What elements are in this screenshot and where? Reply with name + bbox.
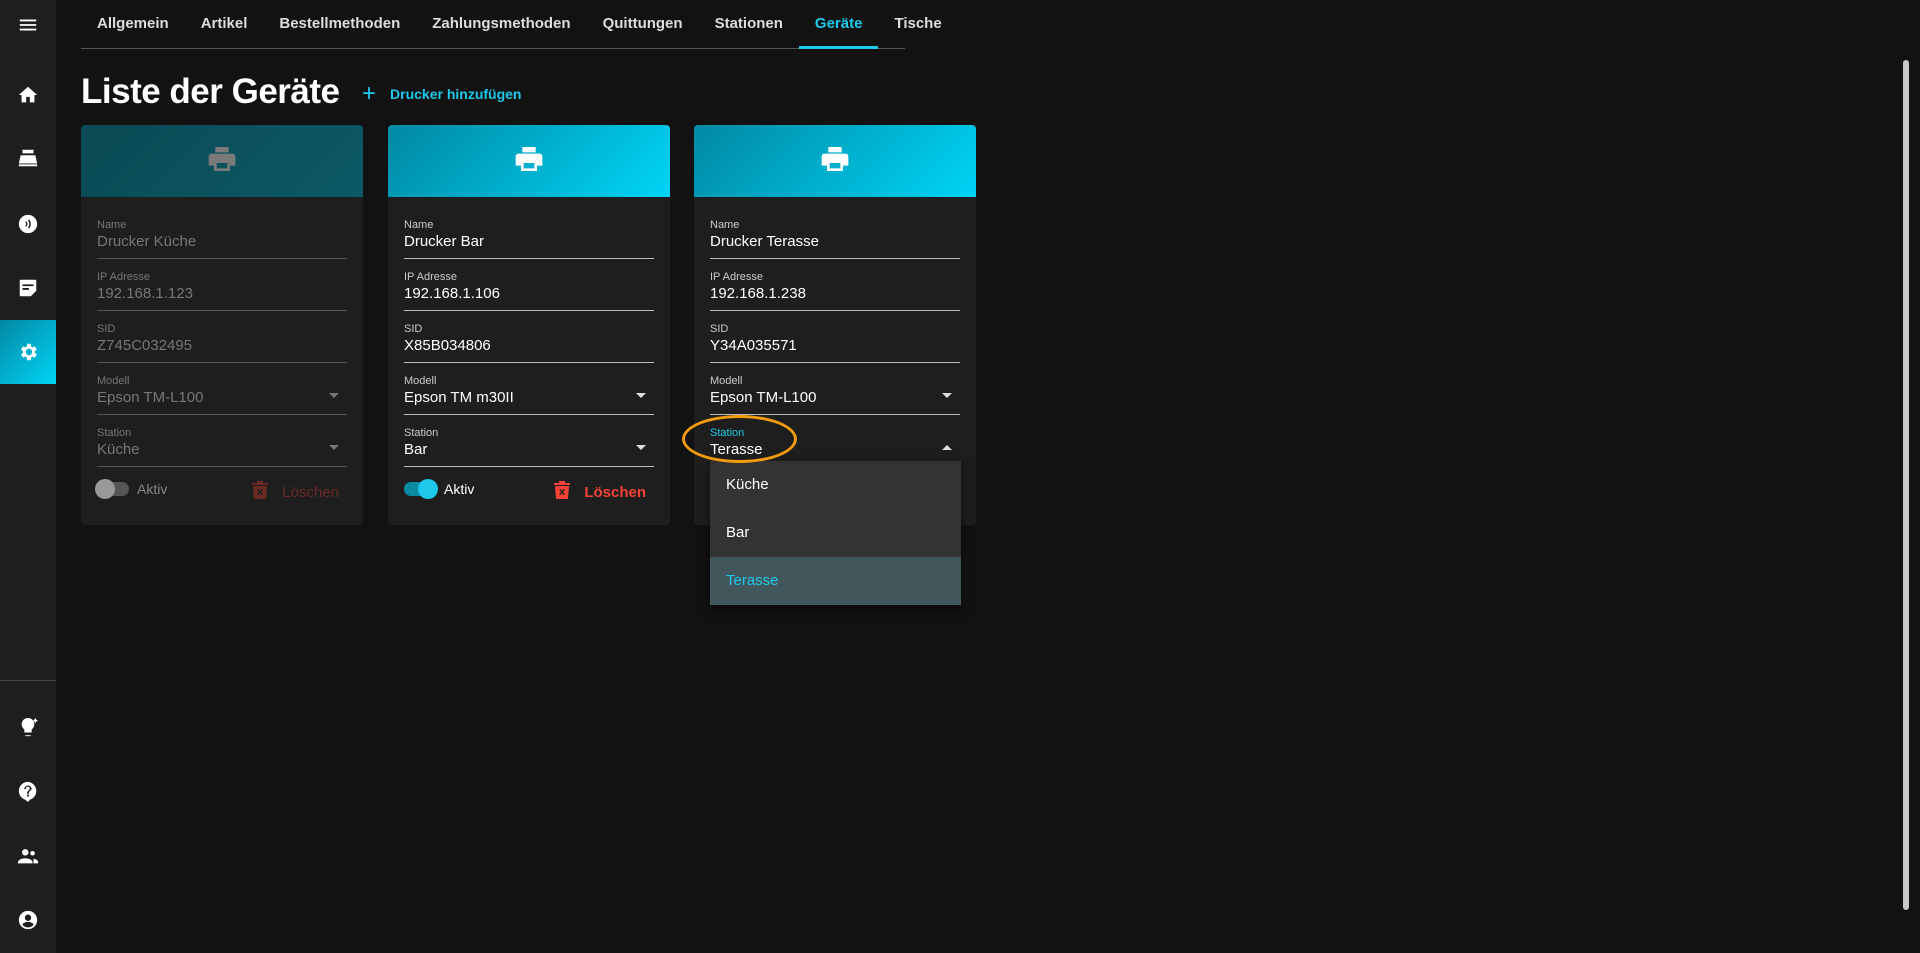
station-value: Bar: [404, 441, 428, 458]
model-value: Epson TM m30II: [404, 389, 514, 406]
printer-icon: [513, 143, 545, 180]
sidebar-divider: [0, 680, 56, 681]
contactless-icon[interactable]: [0, 192, 56, 256]
card-header: [388, 125, 670, 197]
delete-label: Löschen: [282, 483, 339, 501]
name-value: Drucker Terasse: [710, 233, 819, 250]
tab-artikel[interactable]: Artikel: [185, 0, 264, 48]
caret-down-icon: [636, 445, 646, 450]
station-label: Station: [404, 427, 439, 439]
scrollbar[interactable]: [1903, 60, 1909, 910]
sid-field[interactable]: SID Y34A035571: [710, 323, 960, 363]
model-label: Modell: [404, 375, 437, 387]
help-icon[interactable]: [0, 759, 56, 823]
station-field[interactable]: Station Küche: [97, 427, 347, 467]
name-label: Name: [97, 219, 127, 231]
card-header: [694, 125, 976, 197]
tab-geraete[interactable]: Geräte: [798, 0, 879, 49]
sid-value: Y34A035571: [710, 337, 797, 354]
highlight-annotation: [682, 415, 797, 463]
settings-icon[interactable]: [0, 320, 56, 384]
sid-label: SID: [710, 323, 729, 335]
active-toggle[interactable]: Aktiv: [404, 479, 475, 499]
ip-value: 192.168.1.123: [97, 285, 193, 302]
caret-up-icon: [942, 445, 952, 450]
station-value: Küche: [97, 441, 140, 458]
sid-value: X85B034806: [404, 337, 491, 354]
ip-field[interactable]: IP Adresse 192.168.1.123: [97, 271, 347, 311]
plus-icon: +: [362, 80, 377, 107]
sid-label: SID: [97, 323, 116, 335]
delete-label: Löschen: [584, 483, 646, 501]
station-field[interactable]: Station Bar: [404, 427, 654, 467]
ip-value: 192.168.1.238: [710, 285, 806, 302]
model-value: Epson TM-L100: [710, 389, 817, 406]
ip-label: IP Adresse: [710, 271, 763, 283]
printer-icon: [819, 143, 851, 180]
delete-button[interactable]: Löschen: [252, 481, 339, 503]
caret-down-icon: [636, 393, 646, 398]
model-label: Modell: [710, 375, 743, 387]
caret-down-icon: [942, 393, 952, 398]
ip-label: IP Adresse: [404, 271, 457, 283]
tab-tische[interactable]: Tische: [878, 0, 957, 48]
model-field[interactable]: Modell Epson TM-L100: [97, 375, 347, 415]
ip-field[interactable]: IP Adresse 192.168.1.106: [404, 271, 654, 311]
trash-icon: [252, 481, 269, 503]
trash-icon: [554, 481, 571, 503]
name-field[interactable]: Name Drucker Küche: [97, 219, 347, 259]
menu-icon[interactable]: [0, 0, 56, 57]
sid-field[interactable]: SID Z745C032495: [97, 323, 347, 363]
active-toggle[interactable]: Aktiv: [95, 479, 168, 499]
printer-card: Name Drucker Küche IP Adresse 192.168.1.…: [81, 125, 363, 525]
account-icon[interactable]: [0, 888, 56, 952]
name-label: Name: [710, 219, 740, 231]
tab-bestellmethoden[interactable]: Bestellmethoden: [263, 0, 416, 48]
caret-down-icon: [329, 445, 339, 450]
sid-value: Z745C032495: [97, 337, 193, 354]
sidebar: [0, 0, 56, 953]
station-label: Station: [97, 427, 132, 439]
cash-register-icon[interactable]: [0, 126, 56, 190]
tab-allgemein[interactable]: Allgemein: [81, 0, 185, 48]
delete-button[interactable]: Löschen: [554, 481, 646, 503]
tab-quittungen[interactable]: Quittungen: [587, 0, 699, 48]
model-label: Modell: [97, 375, 130, 387]
ip-value: 192.168.1.106: [404, 285, 500, 302]
model-value: Epson TM-L100: [97, 389, 204, 406]
name-value: Drucker Bar: [404, 233, 485, 250]
menu-option-bar[interactable]: Bar: [710, 509, 961, 557]
printer-icon: [206, 143, 238, 180]
page-title: Liste der Geräte: [81, 72, 340, 111]
caret-down-icon: [329, 393, 339, 398]
active-label: Aktiv: [444, 481, 475, 497]
people-icon[interactable]: [0, 824, 56, 888]
name-field[interactable]: Name Drucker Terasse: [710, 219, 960, 259]
station-dropdown-menu: Küche Bar Terasse: [710, 461, 961, 605]
tab-zahlungsmethoden[interactable]: Zahlungsmethoden: [416, 0, 586, 48]
printer-card: Name Drucker Bar IP Adresse 192.168.1.10…: [388, 125, 670, 525]
name-label: Name: [404, 219, 434, 231]
active-label: Aktiv: [137, 481, 168, 497]
menu-option-terasse[interactable]: Terasse: [710, 557, 961, 605]
ip-label: IP Adresse: [97, 271, 150, 283]
settings-tabs: Allgemein Artikel Bestellmethoden Zahlun…: [81, 0, 942, 49]
model-field[interactable]: Modell Epson TM-L100: [710, 375, 960, 415]
sid-label: SID: [404, 323, 423, 335]
menu-option-kueche[interactable]: Küche: [710, 461, 961, 509]
home-icon[interactable]: [0, 63, 56, 127]
model-field[interactable]: Modell Epson TM m30II: [404, 375, 654, 415]
sid-field[interactable]: SID X85B034806: [404, 323, 654, 363]
name-field[interactable]: Name Drucker Bar: [404, 219, 654, 259]
ip-field[interactable]: IP Adresse 192.168.1.238: [710, 271, 960, 311]
add-printer-button[interactable]: + Drucker hinzufügen: [362, 80, 521, 108]
lightbulb-icon[interactable]: [0, 695, 56, 759]
tab-stationen[interactable]: Stationen: [699, 0, 799, 48]
add-printer-label: Drucker hinzufügen: [390, 86, 522, 102]
receipt-icon[interactable]: [0, 256, 56, 320]
name-value: Drucker Küche: [97, 233, 197, 250]
card-header: [81, 125, 363, 197]
